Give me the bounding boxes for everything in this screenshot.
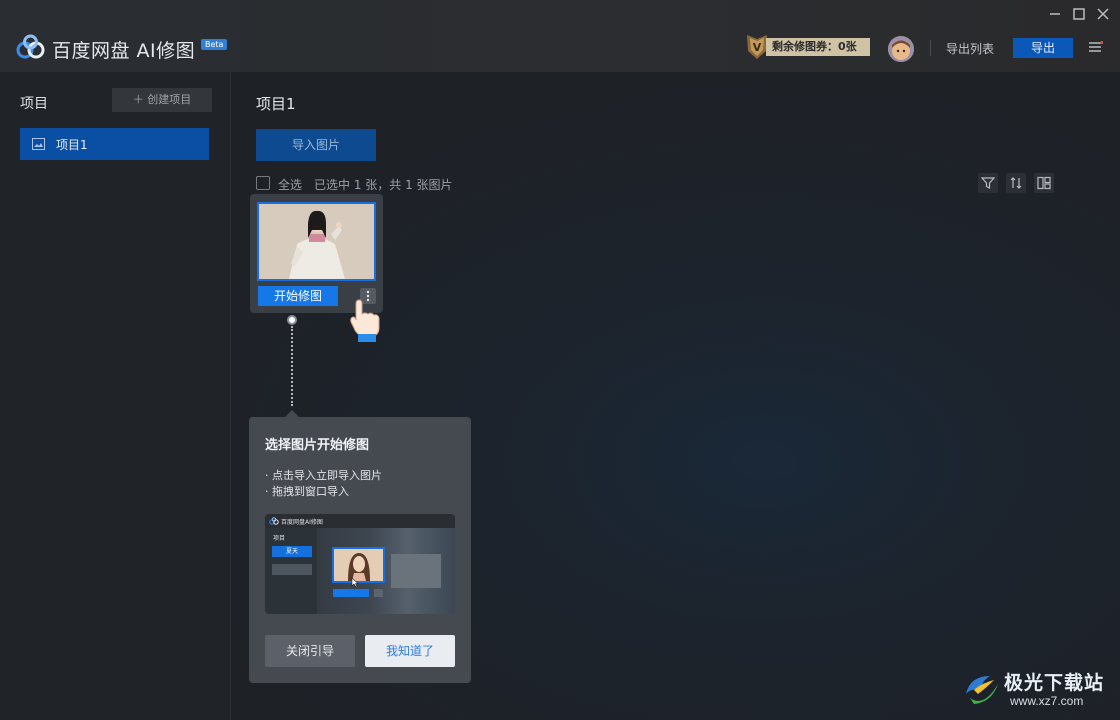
guide-connector-line [291, 326, 293, 406]
page-title: 项目1 [256, 95, 296, 113]
preview-placeholder [391, 554, 441, 588]
preview-logo-icon [269, 517, 279, 525]
select-all-label[interactable]: 全选 [278, 176, 302, 193]
watermark-text: 极光下载站 [1004, 672, 1105, 694]
sidebar-item-project1[interactable]: 项目1 [20, 128, 209, 160]
create-project-button[interactable]: ＋ 创建项目 [112, 88, 212, 112]
preview-button-secondary [374, 589, 383, 597]
title-bar: 百度网盘 AI修图 Beta V 剩余修图券：0张 导出列表 导出 [0, 0, 1120, 72]
photo-woman-icon [259, 204, 374, 279]
sidebar-title: 项目 [20, 96, 48, 112]
preview-placeholder [272, 564, 312, 575]
export-list-link[interactable]: 导出列表 [946, 40, 994, 57]
guide-anchor-dot [287, 315, 297, 325]
image-folder-icon [32, 138, 45, 150]
export-button[interactable]: 导出 [1013, 38, 1073, 58]
image-thumbnail[interactable] [257, 202, 376, 281]
popup-arrow [284, 410, 300, 418]
guide-line-drag: · 拖拽到窗口导入 [265, 485, 349, 498]
user-avatar[interactable] [888, 36, 914, 62]
beta-badge: Beta [201, 39, 228, 50]
hamburger-menu-icon[interactable] [1089, 41, 1103, 53]
select-all-checkbox[interactable] [256, 176, 270, 190]
baidu-netdisk-logo-icon [16, 34, 45, 59]
avatar-face-icon [888, 36, 914, 62]
import-image-button[interactable]: 导入图片 [256, 129, 376, 161]
got-it-button[interactable]: 我知道了 [365, 635, 455, 667]
guide-preview-image: 百度网盘AI修图 项目 夏天 [265, 514, 455, 614]
guide-title: 选择图片开始修图 [265, 438, 370, 453]
start-edit-button[interactable]: 开始修图 [258, 286, 338, 306]
guide-line-import: · 点击导入立即导入图片 [265, 469, 382, 482]
watermark: 极光下载站 www.xz7.com [960, 666, 1116, 712]
layout-toggle-button[interactable] [1034, 173, 1054, 193]
sort-icon [1010, 177, 1022, 189]
preview-app-name: 百度网盘AI修图 [281, 519, 323, 526]
close-icon[interactable] [1095, 6, 1111, 22]
app-title: 百度网盘 AI修图 [52, 40, 196, 62]
preview-button [333, 589, 369, 597]
svg-text:V: V [753, 41, 762, 54]
project-sidebar: 项目 ＋ 创建项目 项目1 [0, 72, 231, 720]
cursor-icon [351, 577, 359, 588]
preview-sidebar-title: 项目 [273, 535, 286, 542]
main-content: 项目1 导入图片 全选 已选中 1 张，共 1 张图片 开始修图 选择图片开始修… [232, 72, 1120, 720]
minimize-icon[interactable] [1047, 6, 1063, 22]
coupon-count: 剩余修图券：0张 [766, 38, 870, 56]
filter-icon [981, 177, 995, 189]
maximize-icon[interactable] [1071, 6, 1087, 22]
sort-button[interactable] [1006, 173, 1026, 193]
selection-info: 已选中 1 张，共 1 张图片 [314, 178, 453, 192]
preview-sidebar-item: 夏天 [272, 546, 312, 557]
sidebar-item-label: 项目1 [56, 138, 88, 152]
onboarding-guide-popup: 选择图片开始修图 · 点击导入立即导入图片 · 拖拽到窗口导入 百度网盘AI修图… [249, 410, 471, 683]
header-divider [930, 40, 931, 56]
watermark-url: www.xz7.com [1010, 694, 1084, 708]
watermark-logo-icon [966, 676, 998, 704]
pointing-hand-icon [350, 299, 380, 342]
close-guide-button[interactable]: 关闭引导 [265, 635, 355, 667]
filter-button[interactable] [978, 173, 998, 193]
image-card[interactable]: 开始修图 [250, 194, 383, 342]
grid-layout-icon [1037, 176, 1051, 190]
